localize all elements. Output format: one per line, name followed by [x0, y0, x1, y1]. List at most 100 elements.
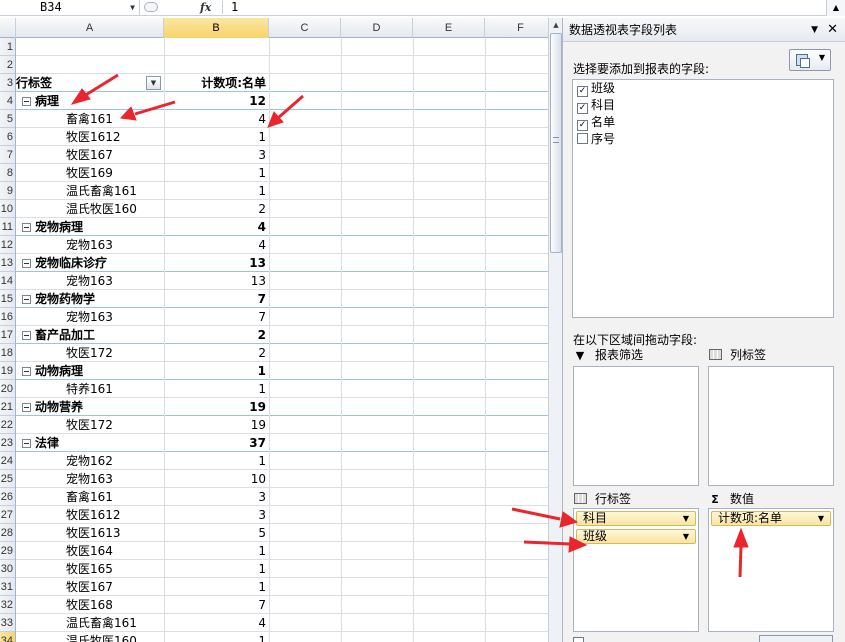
pivot-item-row[interactable]: 宠物163 4: [16, 236, 548, 254]
field-layout-button[interactable]: ▼: [789, 49, 831, 71]
collapse-icon[interactable]: [22, 97, 31, 106]
row-header[interactable]: 23: [0, 434, 15, 452]
collapse-icon[interactable]: [22, 439, 31, 448]
field-item[interactable]: ✓ 班级: [573, 80, 833, 97]
pivot-group-row[interactable]: 畜产品加工 2: [16, 326, 548, 344]
collapse-icon[interactable]: [22, 223, 31, 232]
field-item[interactable]: 序号: [573, 131, 833, 148]
row-labels-area[interactable]: 科目 ▼ 班级 ▼: [573, 508, 699, 632]
field-item[interactable]: ✓ 科目: [573, 97, 833, 114]
scroll-up-icon[interactable]: ▲: [550, 18, 562, 32]
pivot-item-row[interactable]: 牧医167 1: [16, 578, 548, 596]
name-box[interactable]: B34 ▼: [0, 0, 140, 15]
row-header[interactable]: 16: [0, 308, 15, 326]
column-header-c[interactable]: C: [269, 18, 341, 38]
chevron-down-icon[interactable]: ▼: [683, 512, 689, 525]
pivot-item-row[interactable]: 畜禽161 4: [16, 110, 548, 128]
column-header-a[interactable]: A: [16, 18, 164, 38]
chevron-down-icon[interactable]: ▼: [818, 512, 824, 525]
close-icon[interactable]: ✕: [827, 18, 838, 42]
row-header[interactable]: 28: [0, 524, 15, 542]
pivot-item-row[interactable]: 牧医172 2: [16, 344, 548, 362]
column-header-f[interactable]: F: [485, 18, 548, 38]
pivot-group-row[interactable]: 法律 37: [16, 434, 548, 452]
row-header[interactable]: 1: [0, 38, 15, 56]
row-field-chip-subject[interactable]: 科目 ▼: [576, 511, 696, 526]
formula-bar-resize[interactable]: [140, 0, 162, 15]
pivot-item-row[interactable]: 宠物163 13: [16, 272, 548, 290]
collapse-icon[interactable]: [22, 295, 31, 304]
pivot-item-row[interactable]: 宠物163 10: [16, 470, 548, 488]
pivot-group-row[interactable]: 动物病理 1: [16, 362, 548, 380]
row-header[interactable]: 6: [0, 128, 15, 146]
filter-dropdown-icon[interactable]: ▼: [146, 76, 161, 90]
pivot-item-row[interactable]: 牧医167 3: [16, 146, 548, 164]
row-header[interactable]: 15: [0, 290, 15, 308]
pivot-item-row[interactable]: 牧医164 1: [16, 542, 548, 560]
pivot-item-row[interactable]: 畜禽161 3: [16, 488, 548, 506]
pivot-item-row[interactable]: 宠物163 7: [16, 308, 548, 326]
row-header[interactable]: 4: [0, 92, 15, 110]
value-field-chip-count[interactable]: 计数项:名单 ▼: [711, 511, 831, 526]
select-all-corner[interactable]: [0, 18, 16, 38]
row-header[interactable]: 9: [0, 182, 15, 200]
row-header[interactable]: 25: [0, 470, 15, 488]
row-header[interactable]: 24: [0, 452, 15, 470]
update-button[interactable]: [759, 635, 833, 642]
pivot-item-row[interactable]: 牧医1612 1: [16, 128, 548, 146]
defer-update-checkbox[interactable]: [573, 636, 587, 642]
row-header[interactable]: 26: [0, 488, 15, 506]
row-header[interactable]: 29: [0, 542, 15, 560]
row-header[interactable]: 7: [0, 146, 15, 164]
pivot-group-row[interactable]: 宠物药物学 7: [16, 290, 548, 308]
row-header[interactable]: 32: [0, 596, 15, 614]
column-header-d[interactable]: D: [341, 18, 413, 38]
row-header[interactable]: 5: [0, 110, 15, 128]
field-item[interactable]: ✓ 名单: [573, 114, 833, 131]
field-checkbox[interactable]: ✓: [577, 120, 588, 131]
pivot-item-row[interactable]: 特养161 1: [16, 380, 548, 398]
row-header[interactable]: 34: [0, 632, 15, 642]
row-header[interactable]: 21: [0, 398, 15, 416]
pivot-item-row[interactable]: 牧医172 19: [16, 416, 548, 434]
pivot-group-row[interactable]: 动物营养 19: [16, 398, 548, 416]
row-header[interactable]: 8: [0, 164, 15, 182]
expand-formula-bar-icon[interactable]: ▲: [826, 0, 845, 16]
collapse-icon[interactable]: [22, 367, 31, 376]
chevron-down-icon[interactable]: ▼: [130, 0, 135, 15]
row-header[interactable]: 14: [0, 272, 15, 290]
pivot-item-row[interactable]: 温氏牧医160 2: [16, 200, 548, 218]
row-header[interactable]: 22: [0, 416, 15, 434]
column-labels-area[interactable]: [708, 366, 834, 486]
values-area[interactable]: 计数项:名单 ▼: [708, 508, 834, 632]
row-header[interactable]: 13: [0, 254, 15, 272]
row-header[interactable]: 17: [0, 326, 15, 344]
row-header[interactable]: 33: [0, 614, 15, 632]
vertical-scrollbar[interactable]: ▲: [548, 18, 562, 642]
row-header[interactable]: 3: [0, 74, 15, 92]
chevron-down-icon[interactable]: ▼: [683, 530, 689, 543]
pivot-item-row[interactable]: 牧医169 1: [16, 164, 548, 182]
report-filter-area[interactable]: [573, 366, 699, 486]
pivot-item-row[interactable]: 牧医165 1: [16, 560, 548, 578]
pivot-group-row[interactable]: 宠物病理 4: [16, 218, 548, 236]
row-header[interactable]: 30: [0, 560, 15, 578]
pivot-group-row[interactable]: 宠物临床诊疗 13: [16, 254, 548, 272]
pivot-item-row[interactable]: 温氏畜禽161 4: [16, 614, 548, 632]
row-header[interactable]: 2: [0, 56, 15, 74]
row-field-chip-class[interactable]: 班级 ▼: [576, 529, 696, 544]
field-checkbox[interactable]: ✓: [577, 103, 588, 114]
row-header[interactable]: 31: [0, 578, 15, 596]
pivot-item-row[interactable]: 牧医1613 5: [16, 524, 548, 542]
column-header-b[interactable]: B: [164, 18, 269, 38]
pivot-header-row[interactable]: 行标签 ▼ 计数项:名单: [16, 74, 548, 92]
row-header[interactable]: 20: [0, 380, 15, 398]
table-row[interactable]: [16, 38, 548, 56]
pivot-item-row[interactable]: 温氏牧医160 1: [16, 632, 548, 642]
column-header-e[interactable]: E: [413, 18, 485, 38]
scrollbar-thumb[interactable]: [550, 33, 562, 253]
row-header[interactable]: 27: [0, 506, 15, 524]
insert-function-icon[interactable]: fx: [200, 0, 211, 15]
row-header[interactable]: 11: [0, 218, 15, 236]
field-checkbox[interactable]: [577, 133, 588, 144]
